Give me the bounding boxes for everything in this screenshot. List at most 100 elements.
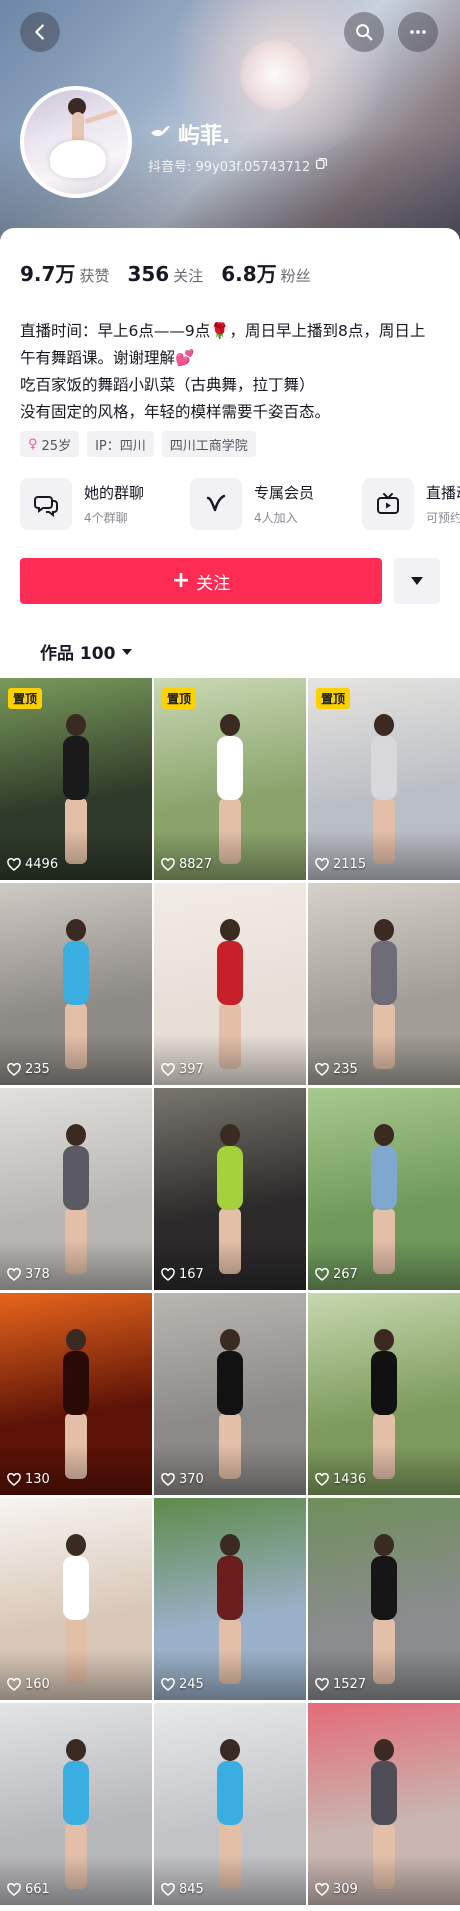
dancer-outfit	[371, 1556, 397, 1620]
banner-flower	[240, 40, 310, 110]
like-count-value: 160	[25, 1677, 50, 1692]
tag-label: IP：四川	[95, 438, 146, 454]
avatar-dancer-skirt	[50, 140, 106, 178]
like-count-value: 167	[179, 1267, 204, 1282]
dancer-head	[66, 1329, 86, 1351]
pinned-badge: 置顶	[162, 688, 197, 709]
tag-label: 25岁	[41, 438, 72, 454]
heart-icon	[161, 1678, 175, 1691]
video-tile[interactable]: 397	[154, 883, 306, 1085]
video-tile[interactable]: 置顶 4496	[0, 678, 152, 880]
video-tile[interactable]: 置顶 8827	[154, 678, 306, 880]
dancer-outfit	[371, 1761, 397, 1825]
feature-row: 她的群聊 4个群聊 专属会员 4人加入 直播 可预约	[20, 478, 460, 538]
dancer-outfit	[63, 1761, 89, 1825]
dancer-head	[374, 1329, 394, 1351]
video-tile[interactable]: 167	[154, 1088, 306, 1290]
like-count-value: 235	[25, 1062, 50, 1077]
heart-icon	[161, 1063, 175, 1076]
stat-following[interactable]: 356 关注	[127, 262, 203, 286]
video-tile[interactable]: 370	[154, 1293, 306, 1495]
dancer-outfit	[63, 736, 89, 800]
video-tile[interactable]: 378	[0, 1088, 152, 1290]
tile-shade	[308, 1240, 460, 1290]
video-tile[interactable]: 235	[308, 883, 460, 1085]
chevron-left-icon	[35, 24, 44, 40]
like-count-value: 267	[333, 1267, 358, 1282]
dancer-outfit	[63, 1351, 89, 1415]
bio-text: 直播时间：早上6点——9点🌹，周日早上播到8点，周日上午有舞蹈课。谢谢理解💕 吃…	[20, 322, 426, 421]
video-tile[interactable]: 235	[0, 883, 152, 1085]
dancer-outfit	[217, 1146, 243, 1210]
stat-followers[interactable]: 6.8万 粉丝	[221, 258, 310, 287]
dancer-outfit	[63, 1556, 89, 1620]
video-tile[interactable]: 845	[154, 1703, 306, 1905]
video-tile[interactable]: 267	[308, 1088, 460, 1290]
dancer-head	[220, 714, 240, 736]
back-button[interactable]	[20, 12, 60, 52]
like-count: 370	[161, 1472, 204, 1487]
video-tile[interactable]: 661	[0, 1703, 152, 1905]
video-tile[interactable]: 1527	[308, 1498, 460, 1700]
video-tile[interactable]: 置顶 2115	[308, 678, 460, 880]
tile-shade	[0, 1035, 152, 1085]
v-badge-icon	[190, 478, 242, 530]
feature-subtitle: 4个群聊	[84, 511, 128, 525]
video-tile[interactable]: 309	[308, 1703, 460, 1905]
avatar[interactable]	[20, 86, 132, 198]
heart-icon	[315, 1063, 329, 1076]
follow-row: + 关注	[20, 558, 440, 604]
dancer-outfit	[371, 736, 397, 800]
dancer-head	[220, 1329, 240, 1351]
feature-membership[interactable]: 专属会员 4人加入	[190, 478, 314, 530]
copy-icon[interactable]	[315, 157, 328, 174]
dancer-outfit	[217, 736, 243, 800]
feature-title: 直播动态	[426, 484, 460, 502]
caret-down-icon	[411, 577, 423, 585]
feature-group-chat[interactable]: 她的群聊 4个群聊	[20, 478, 144, 530]
stat-likes[interactable]: 9.7万 获赞	[20, 258, 109, 287]
tag-ip: IP：四川	[87, 431, 154, 457]
like-count-value: 2115	[333, 857, 367, 872]
like-count-value: 245	[179, 1677, 204, 1692]
douyin-id[interactable]: 抖音号: 99y03f.05743712	[148, 156, 328, 175]
heart-icon	[161, 1473, 175, 1486]
video-tile[interactable]: 245	[154, 1498, 306, 1700]
video-tile[interactable]: 160	[0, 1498, 152, 1700]
video-tile[interactable]: 1436	[308, 1293, 460, 1495]
dancer-head	[66, 714, 86, 736]
search-button[interactable]	[344, 12, 384, 52]
tag-school[interactable]: 四川工商学院	[161, 431, 256, 457]
like-count: 160	[7, 1677, 50, 1692]
tag-list: ♀ 25岁 IP：四川 四川工商学院	[20, 431, 256, 457]
tile-shade	[154, 1855, 306, 1905]
dancer-outfit	[371, 941, 397, 1005]
recommend-dropdown-button[interactable]	[394, 558, 440, 604]
pinned-badge: 置顶	[316, 688, 351, 709]
tile-shade	[308, 830, 460, 880]
feature-subtitle: 4人加入	[254, 511, 298, 525]
nickname-row: 屿菲.	[148, 118, 230, 150]
feature-subtitle: 可预约	[426, 511, 460, 525]
video-tile[interactable]: 130	[0, 1293, 152, 1495]
like-count: 245	[161, 1677, 204, 1692]
dancer-head	[220, 919, 240, 941]
more-button[interactable]	[398, 12, 438, 52]
tile-shade	[308, 1035, 460, 1085]
works-tab[interactable]: 作品 100	[40, 639, 133, 664]
like-count: 130	[7, 1472, 50, 1487]
like-count-value: 130	[25, 1472, 50, 1487]
more-dots-icon	[410, 30, 426, 34]
feature-live[interactable]: 直播动态 可预约	[362, 478, 460, 530]
heart-icon	[161, 858, 175, 871]
dancer-head	[220, 1534, 240, 1556]
dancer-head	[374, 1739, 394, 1761]
like-count: 8827	[161, 857, 212, 872]
search-icon	[356, 24, 373, 41]
tag-label: 四川工商学院	[169, 438, 248, 454]
dancer-head	[66, 919, 86, 941]
like-count-value: 1527	[333, 1677, 367, 1692]
stat-label: 关注	[173, 267, 204, 285]
tile-shade	[0, 1650, 152, 1700]
follow-button[interactable]: + 关注	[20, 558, 382, 604]
